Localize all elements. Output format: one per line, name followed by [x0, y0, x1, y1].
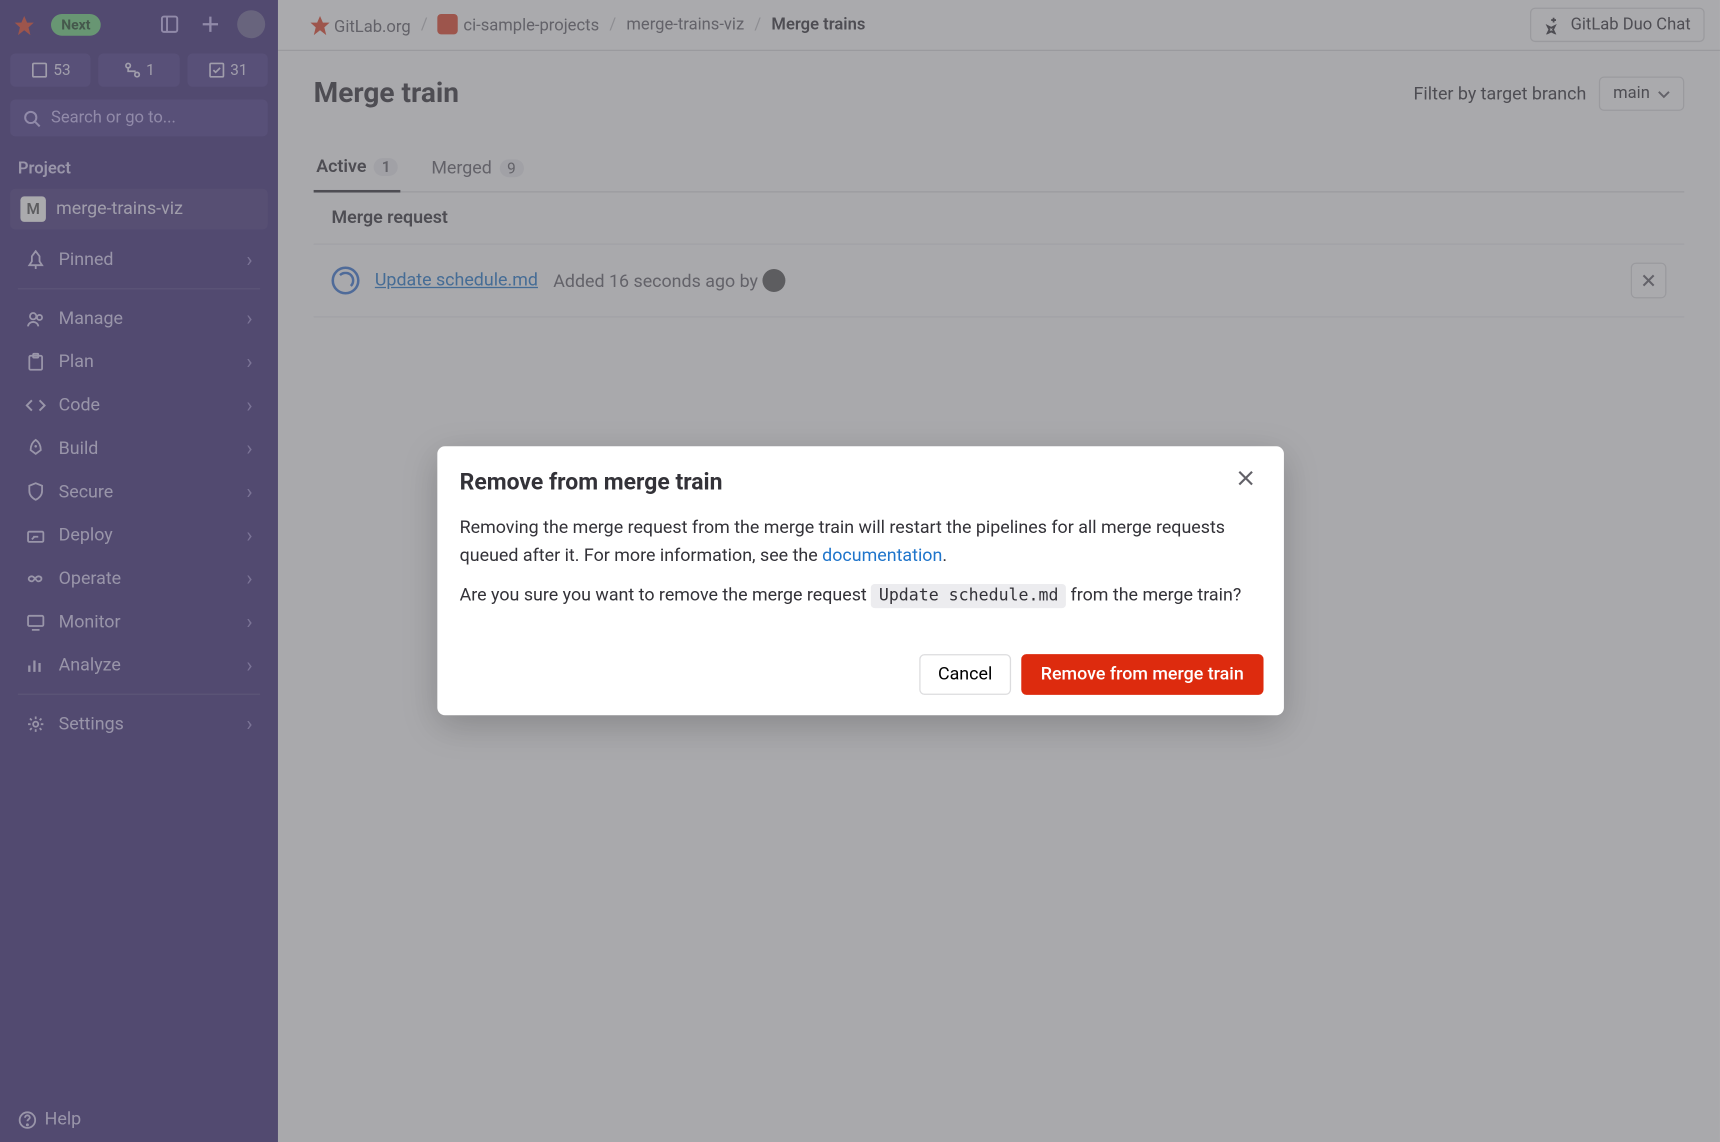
cancel-button[interactable]: Cancel	[919, 654, 1012, 695]
modal-title: Remove from merge train	[460, 469, 723, 496]
modal-remove-from-train: Remove from merge train Removing the mer…	[437, 446, 1284, 715]
modal-overlay[interactable]: Remove from merge train Removing the mer…	[0, 0, 1720, 1142]
documentation-link[interactable]: documentation	[822, 545, 942, 565]
close-icon	[1236, 469, 1254, 487]
remove-confirm-button[interactable]: Remove from merge train	[1022, 654, 1263, 695]
modal-close-button[interactable]	[1230, 467, 1261, 498]
modal-body-p1: Removing the merge request from the merg…	[460, 515, 1261, 570]
modal-body-p2: Are you sure you want to remove the merg…	[460, 583, 1261, 611]
modal-mr-name-code: Update schedule.md	[871, 584, 1066, 608]
